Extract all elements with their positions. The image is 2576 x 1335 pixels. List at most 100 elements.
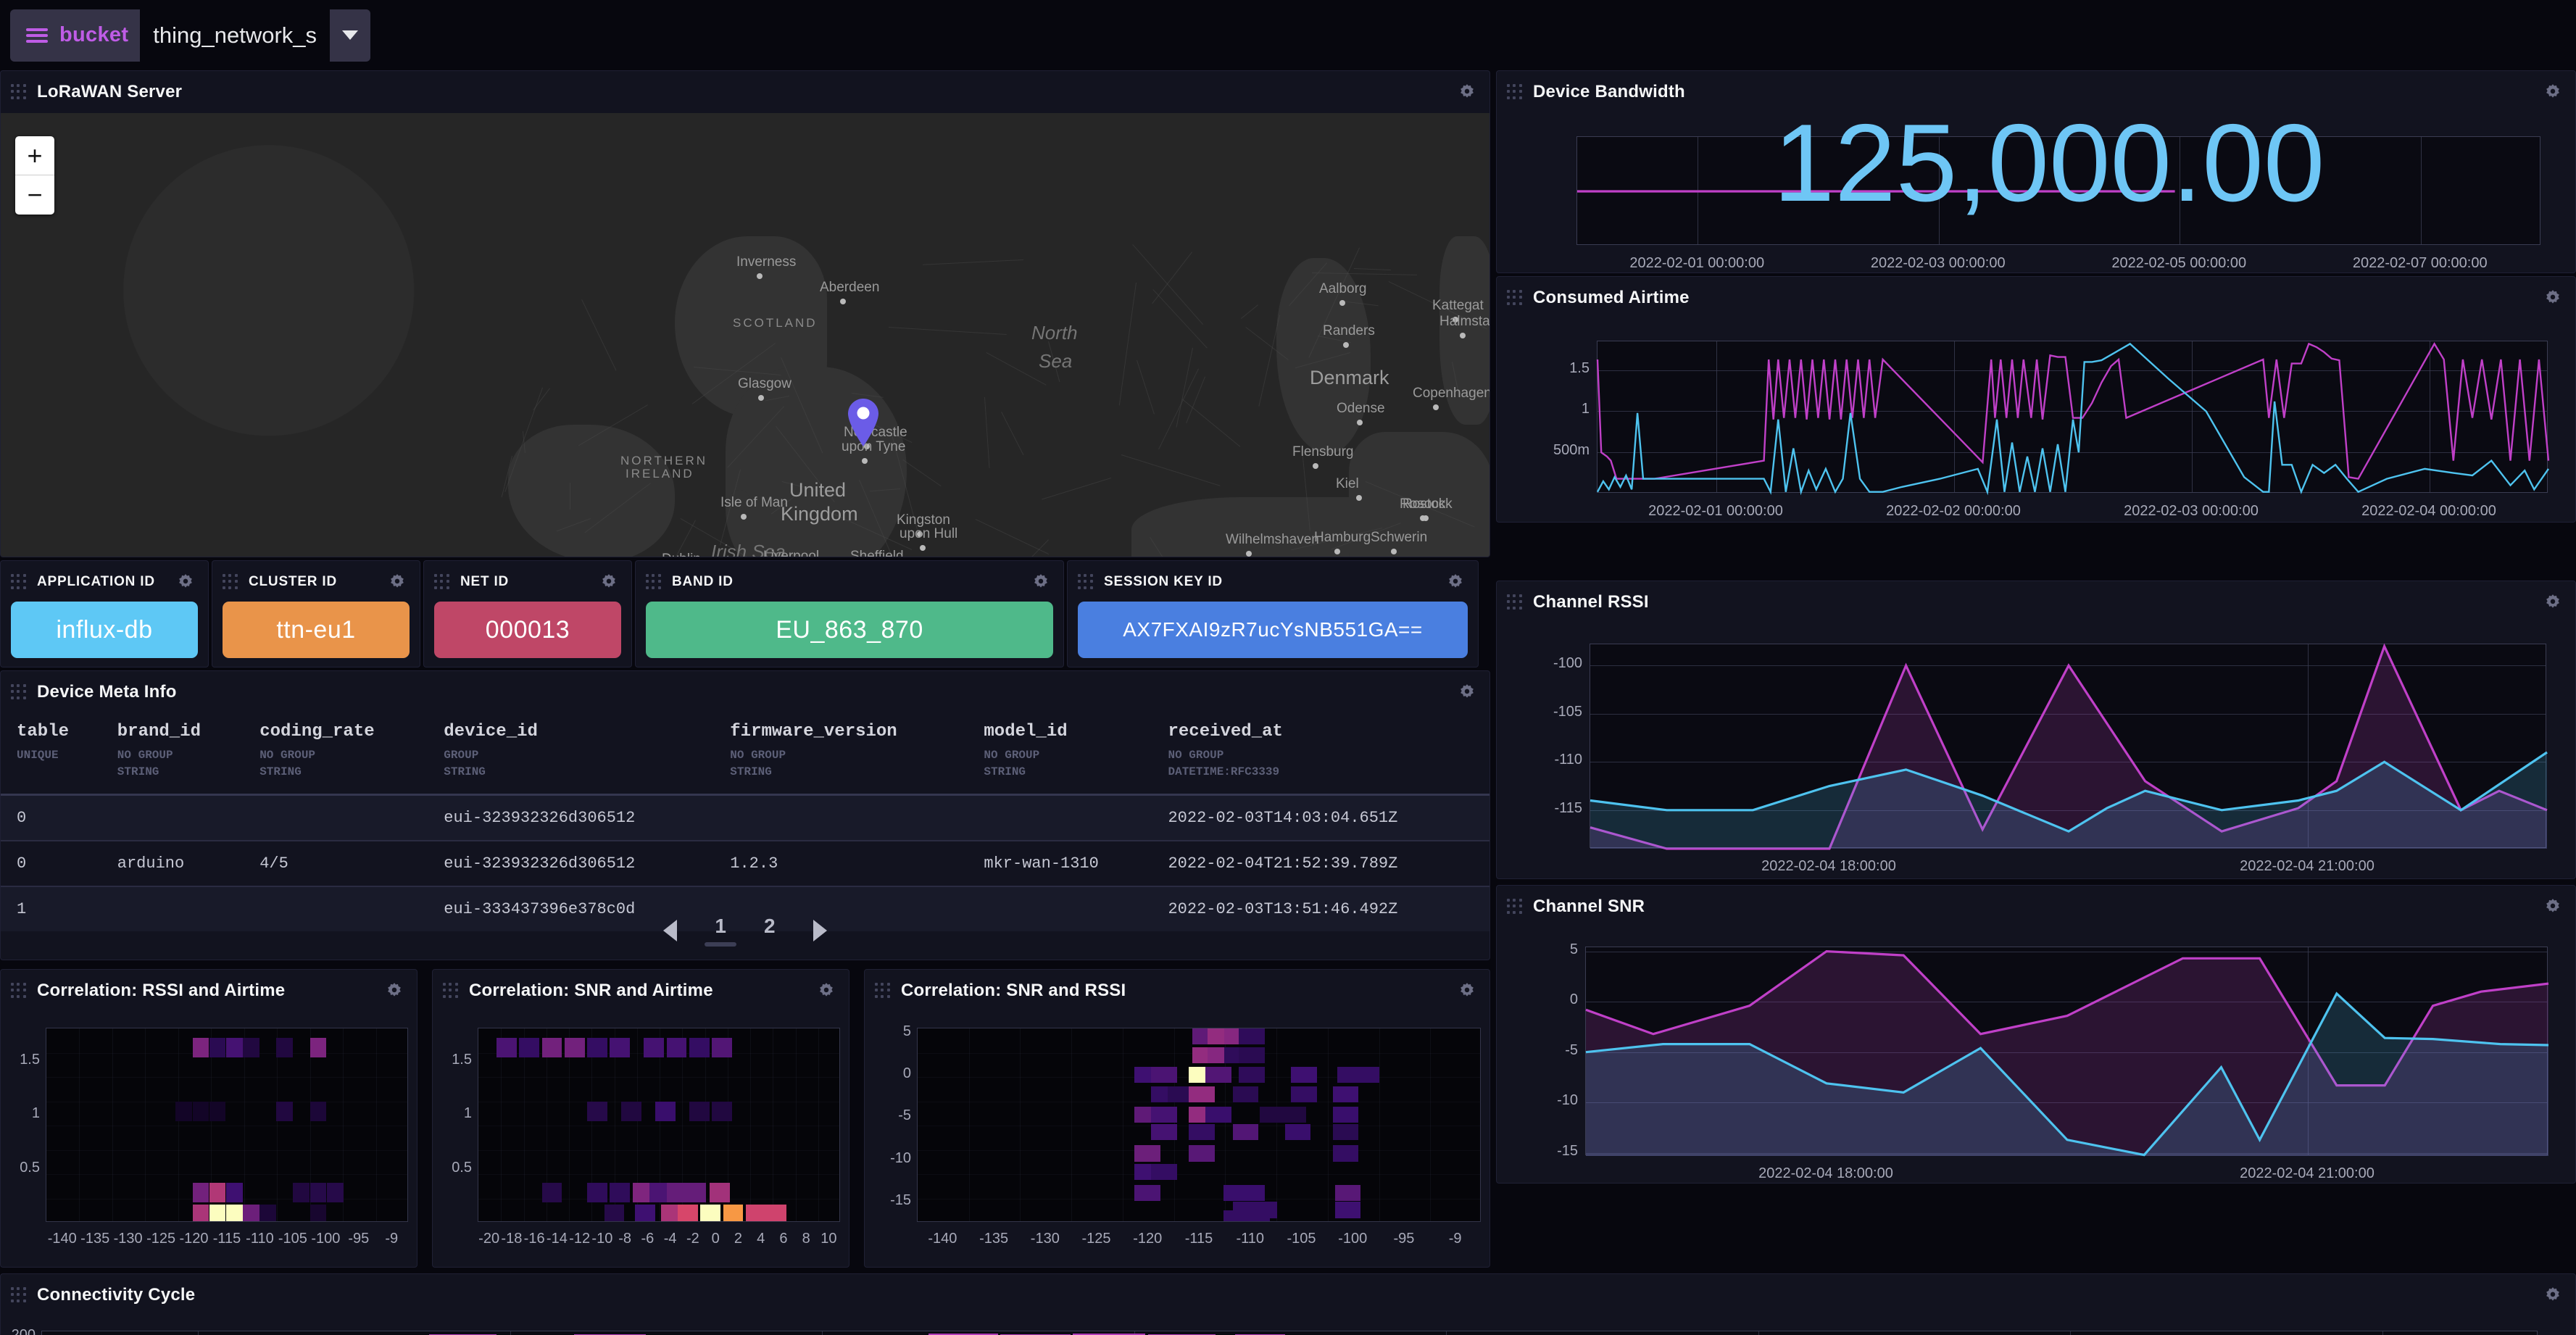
plot-area[interactable]	[1590, 644, 2546, 848]
y-axis-tick: -115	[1520, 800, 1582, 817]
heatmap-cell	[1189, 1086, 1214, 1102]
gear-icon[interactable]	[817, 981, 836, 1000]
drag-handle-icon[interactable]	[875, 983, 891, 999]
panel-corr-rssi-airtime: Correlation: RSSI and Airtime 1.5 1 0.5 -140…	[0, 969, 417, 1268]
drag-handle-icon[interactable]	[11, 983, 27, 999]
drag-handle-icon[interactable]	[1507, 594, 1523, 610]
table-row[interactable]: 0 eui-323932326d306512 2022-02-03T14:03:04…	[1, 795, 1489, 841]
gear-icon[interactable]	[176, 573, 195, 591]
table-cell: 0	[1, 841, 101, 886]
id-value-chip: EU_863_870	[646, 602, 1053, 658]
drag-handle-icon[interactable]	[11, 684, 27, 700]
map-canvas[interactable]: NorthSeaDenmarkUnitedKingdomIrelandSCOTL…	[1, 113, 1489, 557]
drag-handle-icon[interactable]	[1078, 574, 1094, 590]
gear-icon[interactable]	[2543, 897, 2562, 916]
map-road	[581, 299, 616, 371]
map-marker-icon[interactable]	[844, 397, 882, 448]
bucket-value[interactable]: thing_network_s	[140, 9, 330, 62]
drag-handle-icon[interactable]	[1507, 899, 1523, 915]
top-bar: bucket thing_network_s	[0, 0, 2576, 70]
x-axis-tick: -110	[1236, 1231, 1264, 1247]
pagination-prev-icon[interactable]	[663, 920, 677, 941]
plot-area[interactable]	[917, 1028, 1481, 1222]
heatmap-cell	[746, 1205, 766, 1222]
heatmap-cell	[209, 1183, 226, 1202]
panel-header: BAND ID	[636, 561, 1063, 603]
heatmap-cell	[610, 1038, 630, 1057]
drag-handle-icon[interactable]	[11, 574, 27, 590]
gear-icon[interactable]	[599, 573, 618, 591]
gear-icon[interactable]	[385, 981, 404, 1000]
drag-handle-icon[interactable]	[646, 574, 662, 590]
column-name: brand_id	[117, 722, 236, 741]
gridline-y	[478, 1174, 839, 1175]
gear-icon[interactable]	[388, 573, 407, 591]
drag-handle-icon[interactable]	[223, 574, 238, 590]
heatmap-cell	[1233, 1086, 1258, 1102]
plot-area[interactable]	[46, 1028, 408, 1222]
gear-icon[interactable]	[2543, 83, 2562, 101]
heatmap-cell	[542, 1038, 562, 1057]
table-row[interactable]: 0 arduino 4/5 eui-323932326d306512 1.2.3 mkr-…	[1, 841, 1489, 886]
plot-area[interactable]	[478, 1028, 840, 1222]
map-city-dot	[1339, 300, 1345, 306]
x-axis-tick: 10	[820, 1231, 836, 1247]
y-axis-tick: 1.5	[433, 1052, 472, 1068]
heatmap-cell	[259, 1205, 276, 1222]
heatmap-cell	[1189, 1145, 1214, 1161]
y-axis-tick: 500m	[1527, 442, 1590, 459]
y-axis-tick: 1.5	[1527, 360, 1590, 377]
gear-icon[interactable]	[2543, 593, 2562, 612]
x-axis-tick: -10	[591, 1231, 612, 1247]
heatmap-cell	[226, 1038, 243, 1057]
pagination-next-icon[interactable]	[813, 920, 827, 941]
pagination-page-2[interactable]: 2	[764, 915, 776, 947]
column-name: firmware_version	[730, 722, 960, 741]
drag-handle-icon[interactable]	[434, 574, 450, 590]
zoom-out-button[interactable]: −	[15, 175, 54, 215]
map-zoom-controls[interactable]: + −	[15, 136, 54, 215]
map-city-dot	[1343, 342, 1349, 348]
plot-area[interactable]	[1585, 947, 2548, 1155]
drag-handle-icon[interactable]	[11, 1287, 27, 1303]
heatmap-cell	[1151, 1164, 1176, 1180]
panel-header: Channel RSSI	[1497, 581, 2575, 623]
map-city-dot	[1460, 333, 1466, 338]
zoom-in-button[interactable]: +	[15, 136, 54, 175]
x-axis-tick: -95	[1393, 1231, 1414, 1247]
heatmap-cell	[193, 1205, 209, 1222]
plot-area[interactable]	[1597, 341, 2548, 493]
panel-title: Channel SNR	[1533, 897, 1645, 917]
table-pagination[interactable]: 1 2	[1, 915, 1489, 947]
gear-icon[interactable]	[2543, 288, 2562, 307]
panel-title: NET ID	[460, 574, 509, 590]
heatmap-cell	[1239, 1185, 1264, 1201]
gridline-x	[750, 1028, 751, 1221]
map-city-dot	[1433, 404, 1439, 410]
gear-icon[interactable]	[1446, 573, 1465, 591]
bucket-selector[interactable]: bucket thing_network_s	[10, 9, 370, 62]
gear-icon[interactable]	[1458, 683, 1476, 702]
gear-icon[interactable]	[1458, 83, 1476, 101]
drag-handle-icon[interactable]	[11, 84, 27, 100]
panel-header: SESSION KEY ID	[1068, 561, 1478, 603]
map-city-dot	[1391, 549, 1397, 554]
panel-title: Correlation: RSSI and Airtime	[37, 981, 285, 1001]
gear-icon[interactable]	[1458, 981, 1476, 1000]
drag-handle-icon[interactable]	[443, 983, 459, 999]
panel-device-meta-info: Device Meta Info table UNIQUE brand_id NO G…	[0, 670, 1490, 960]
gridline-x	[1758, 1331, 1759, 1335]
heatmap-cell	[542, 1183, 562, 1202]
heatmap-cell	[193, 1038, 209, 1057]
map-label: Aberdeen	[820, 280, 879, 296]
drag-handle-icon[interactable]	[1507, 84, 1523, 100]
column-name: device_id	[444, 722, 707, 741]
plot-area[interactable]	[41, 1331, 2538, 1335]
chevron-down-icon[interactable]	[330, 9, 370, 62]
map-body[interactable]: NorthSeaDenmarkUnitedKingdomIrelandSCOTL…	[1, 113, 1489, 557]
gear-icon[interactable]	[1031, 573, 1050, 591]
pagination-page-1[interactable]: 1	[715, 915, 726, 947]
gear-icon[interactable]	[2543, 1286, 2562, 1305]
drag-handle-icon[interactable]	[1507, 290, 1523, 306]
x-axis-tick: -115	[213, 1231, 241, 1247]
